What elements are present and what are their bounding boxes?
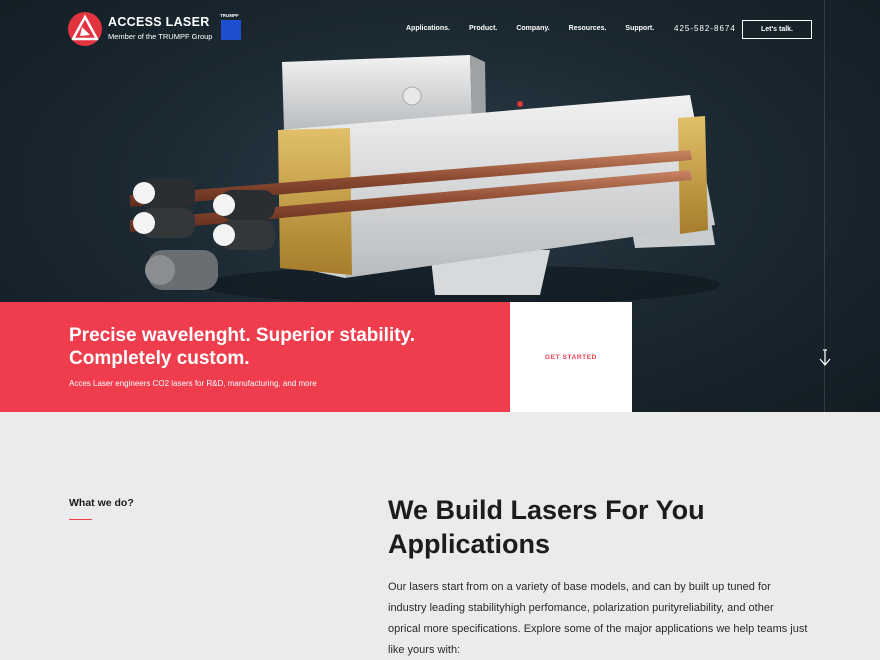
section-body: Our lasers start from on a variety of ba…	[388, 581, 808, 656]
arrow-down-icon[interactable]	[817, 348, 833, 368]
hero-subline: Acces Laser engineers CO2 lasers for R&D…	[69, 379, 317, 388]
brand-tagline: Member of the TRUMPF Group	[108, 32, 213, 41]
nav-item-resources[interactable]: Resources.	[569, 25, 607, 32]
brand-name: ACCESS LASER	[108, 15, 210, 29]
nav-item-product[interactable]: Product.	[469, 25, 497, 32]
brand-logo[interactable]: ACCESS LASER Member of the TRUMPF Group …	[68, 12, 248, 46]
lets-talk-button[interactable]: Let's talk.	[742, 20, 812, 39]
nav-item-company[interactable]: Company.	[516, 25, 549, 32]
get-started-label: GET STARTED	[545, 353, 597, 361]
section-label: What we do?	[69, 497, 134, 509]
hero-banner: Precise wavelenght. Superior stability. …	[0, 302, 510, 412]
trumpf-logo-icon	[221, 20, 241, 40]
hero-headline: Precise wavelenght. Superior stability. …	[69, 325, 415, 369]
label-underline	[69, 519, 92, 520]
laser-product-image	[130, 55, 720, 305]
access-laser-logo-icon	[68, 12, 102, 46]
nav-item-applications[interactable]: Applications.	[406, 25, 450, 32]
partner-name: TRUMPF	[220, 13, 239, 18]
nav-item-support[interactable]: Support.	[625, 25, 654, 32]
main-nav: Applications. Product. Company. Resource…	[406, 25, 673, 32]
phone-number[interactable]: 425-582-8674	[674, 24, 736, 33]
get-started-button[interactable]: GET STARTED	[510, 302, 632, 412]
section-title: We Build Lasers For You Applications	[388, 495, 705, 559]
